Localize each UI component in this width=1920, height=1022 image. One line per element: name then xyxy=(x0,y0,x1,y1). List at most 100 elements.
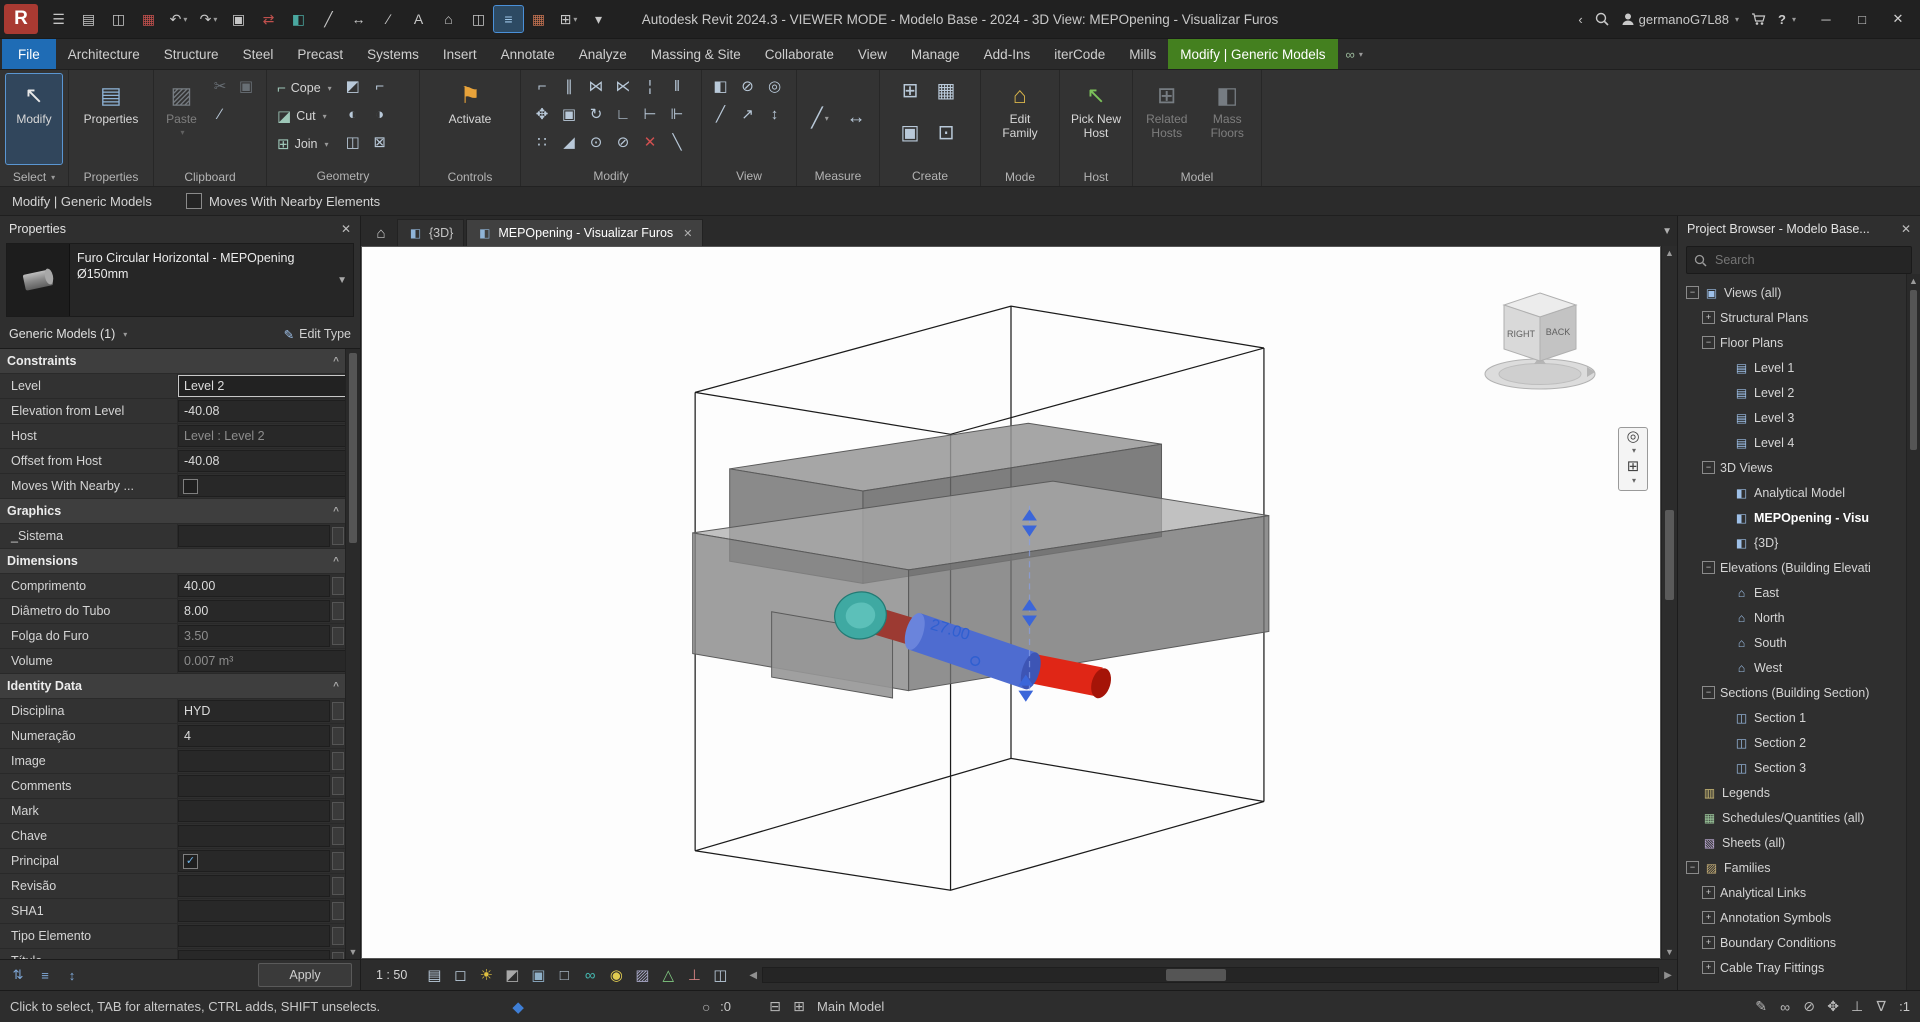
associate-parameter-button[interactable] xyxy=(332,902,344,920)
ribbon-tab-view[interactable]: View xyxy=(846,39,899,69)
ribbon-tab-file[interactable]: File xyxy=(2,39,56,69)
linework-icon[interactable]: ╱ xyxy=(709,102,733,126)
browser-search-box[interactable] xyxy=(1686,246,1912,274)
canvas-hscroll-thumb[interactable] xyxy=(1165,969,1226,981)
property-value[interactable]: Level : Level 2 xyxy=(178,425,346,447)
tree-item-south[interactable]: ⌂ South xyxy=(1678,630,1906,655)
reveal-constraints-icon[interactable]: ⊥ xyxy=(1847,998,1867,1015)
scroll-right-icon[interactable]: ▶ xyxy=(1659,970,1677,981)
tree-item-boundary-conditions[interactable]: + Boundary Conditions xyxy=(1678,930,1906,955)
ribbon-tab-annotate[interactable]: Annotate xyxy=(489,39,567,69)
print-icon[interactable]: ▣ xyxy=(224,6,253,32)
tab-list-caret-icon[interactable]: ▼ xyxy=(1662,226,1672,237)
ribbon-tab-precast[interactable]: Precast xyxy=(285,39,355,69)
tree-expander-plus-icon[interactable]: + xyxy=(1702,886,1715,899)
associate-parameter-button[interactable] xyxy=(332,752,344,770)
scroll-up-icon[interactable]: ▲ xyxy=(1665,246,1674,260)
design-options-icon[interactable]: ⊞ xyxy=(789,998,809,1015)
tree-expander-plus-icon[interactable]: + xyxy=(1702,911,1715,924)
revit-logo[interactable]: R xyxy=(4,4,38,34)
group-parameters-icon[interactable]: ≡ xyxy=(35,965,55,985)
view-range-icon[interactable]: ↕ xyxy=(763,102,787,126)
reveal-constraints-icon[interactable]: ⊥ xyxy=(682,963,706,987)
cut-icon[interactable]: ✂ xyxy=(208,74,232,98)
apply-button[interactable]: Apply xyxy=(258,963,352,987)
split-with-gap-icon[interactable]: ‖ xyxy=(665,74,689,98)
3d-model-scene[interactable]: 27.00 xyxy=(362,247,1660,958)
tree-expander-minus-icon[interactable]: − xyxy=(1686,861,1699,874)
create-group-icon[interactable]: ⊡ xyxy=(930,116,962,148)
tree-item-level-2[interactable]: ▤ Level 2 xyxy=(1678,380,1906,405)
worksets-icon[interactable]: ⊟ xyxy=(765,998,785,1015)
apply-coping-icon[interactable]: ⌐ xyxy=(368,74,392,98)
exclude-options-icon[interactable]: ⊘ xyxy=(1799,998,1819,1015)
search-icon[interactable] xyxy=(1595,12,1609,26)
scale-icon[interactable]: ◢ xyxy=(557,130,581,154)
print-preview-icon[interactable]: ▦ xyxy=(134,6,163,32)
zoom-tool-icon[interactable]: ⊞ ▾ xyxy=(1622,459,1644,487)
mirror-draw-axis-icon[interactable]: ⋉ xyxy=(611,74,635,98)
associate-parameter-button[interactable] xyxy=(332,602,344,620)
background-processes[interactable]: ○ :0 xyxy=(696,999,731,1015)
default-3d-view-icon[interactable]: ⌂ xyxy=(434,6,463,32)
schedules-icon[interactable]: ▦ xyxy=(524,6,553,32)
measure-between-icon[interactable]: ╱ ▾ xyxy=(805,103,835,133)
trim-extend-multiple-icon[interactable]: ⊩ xyxy=(665,102,689,126)
edit-type-button[interactable]: ✎ Edit Type xyxy=(284,327,351,342)
ribbon-tab-collaborate[interactable]: Collaborate xyxy=(753,39,846,69)
search-input[interactable] xyxy=(1713,252,1904,268)
property-value[interactable] xyxy=(178,925,330,947)
copy-icon[interactable]: ▣ xyxy=(557,102,581,126)
modify-button[interactable]: ↖ Modify xyxy=(5,73,63,165)
ribbon-tab-add-ins[interactable]: Add-Ins xyxy=(972,39,1043,69)
associate-parameter-button[interactable] xyxy=(332,952,344,959)
switch-windows-icon[interactable]: ⊞ ▾ xyxy=(554,6,583,32)
text-icon[interactable]: A xyxy=(404,6,433,32)
property-value[interactable]: -40.08 xyxy=(178,450,346,472)
property-checkbox[interactable] xyxy=(183,478,198,494)
tree-item-level-1[interactable]: ▤ Level 1 xyxy=(1678,355,1906,380)
tab-close-icon[interactable]: ✕ xyxy=(683,227,692,240)
show-crop-icon[interactable]: □ xyxy=(552,963,576,987)
viewcube[interactable]: RIGHT BACK xyxy=(1476,277,1616,397)
home-view-icon[interactable]: ⌂ xyxy=(367,221,395,246)
undo-icon[interactable]: ↶ ▾ xyxy=(164,6,193,32)
hide-in-view-icon[interactable]: ⊘ xyxy=(736,74,760,98)
canvas-vscroll-thumb[interactable] xyxy=(1665,510,1674,600)
property-value[interactable] xyxy=(178,800,330,822)
view-tab-mepopening-visualizar-furos[interactable]: ◧ MEPOpening - Visualizar Furos ✕ xyxy=(466,219,704,246)
property-value[interactable]: -40.08 xyxy=(178,400,346,422)
tree-item-floor-plans[interactable]: − Floor Plans xyxy=(1678,330,1906,355)
property-value[interactable]: HYD xyxy=(178,700,330,722)
collapse-chevron-icon[interactable]: ^ xyxy=(333,356,339,367)
array-icon[interactable]: ∷ xyxy=(530,130,554,154)
ribbon-tab-itercode[interactable]: iterCode xyxy=(1042,39,1117,69)
properties-scroll-thumb[interactable] xyxy=(349,353,357,543)
shadows-icon[interactable]: ◩ xyxy=(500,963,524,987)
tree-item--3d-[interactable]: ◧ {3D} xyxy=(1678,530,1906,555)
cope-button[interactable]: ⌐ Cope ▾ xyxy=(273,74,336,102)
user-account-button[interactable]: germanoG7L88 ▾ xyxy=(1621,12,1739,27)
property-value[interactable]: Level 2 xyxy=(178,375,346,397)
property-value[interactable] xyxy=(178,775,330,797)
tree-item-north[interactable]: ⌂ North xyxy=(1678,605,1906,630)
create-parts-icon[interactable]: ⊞ xyxy=(894,74,926,106)
tree-expander-minus-icon[interactable]: − xyxy=(1702,561,1715,574)
trim-extend-corner-icon[interactable]: ∟ xyxy=(611,102,635,126)
reveal-hidden-elements-icon[interactable]: ◉ xyxy=(604,963,628,987)
remove-paint-icon[interactable]: ◑ xyxy=(368,102,392,126)
tree-item-views-all-[interactable]: − ▣ Views (all) xyxy=(1678,280,1906,305)
property-value[interactable] xyxy=(178,900,330,922)
property-group-header[interactable]: Dimensions ^ xyxy=(0,549,346,574)
property-group-header[interactable]: Graphics ^ xyxy=(0,499,346,524)
associate-parameter-button[interactable] xyxy=(332,577,344,595)
associate-parameter-button[interactable] xyxy=(332,627,344,645)
tree-expander-minus-icon[interactable]: − xyxy=(1702,336,1715,349)
tree-item-section-3[interactable]: ◫ Section 3 xyxy=(1678,755,1906,780)
join-button[interactable]: ⊞ Join ▾ xyxy=(273,130,336,158)
tree-item-cable-tray-fittings[interactable]: + Cable Tray Fittings xyxy=(1678,955,1906,980)
property-checkbox-cell[interactable] xyxy=(178,475,346,497)
worksharing-display-icon[interactable]: ◫ xyxy=(708,963,732,987)
tree-item-east[interactable]: ⌂ East xyxy=(1678,580,1906,605)
browser-scroll-up-icon[interactable]: ▲ xyxy=(1909,274,1918,288)
